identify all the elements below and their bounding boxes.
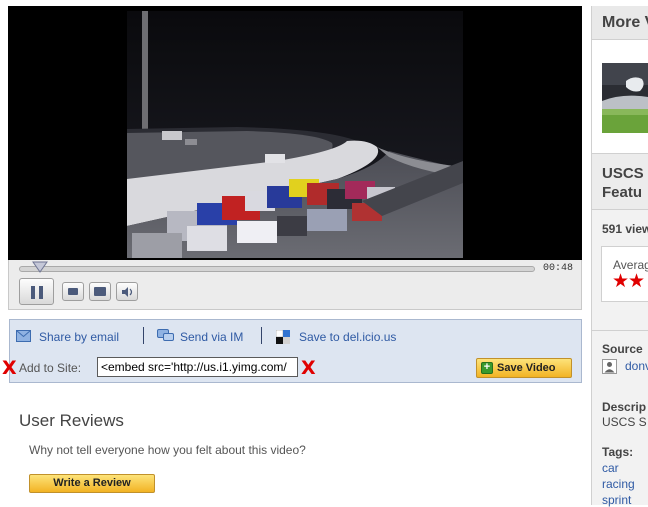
source-label: Source [602,342,643,356]
close-x-icon: X [301,357,316,379]
triangle-down-icon [31,261,48,273]
write-review-button[interactable]: Write a Review [29,474,155,493]
embed-code-field[interactable] [97,357,298,377]
close-x-icon: X [2,357,17,379]
description-text: USCS S [602,415,647,429]
save-to-delicious-link[interactable]: Save to del.icio.us [299,330,396,344]
video-thumbnail[interactable] [602,63,648,133]
tag-link[interactable]: racing [602,477,635,491]
large-size-button[interactable] [89,282,111,301]
save-video-label: Save Video [497,362,556,374]
thumbnail-image [602,63,648,133]
pause-button[interactable] [19,278,54,305]
user-avatar-icon [602,359,617,374]
chat-bubble-icon [157,329,174,341]
race-scene-image [127,11,463,258]
more-videos-title: More V [602,14,648,31]
description-label: Descrip [602,400,647,414]
time-display: 00:48 [543,263,574,274]
tag-link[interactable]: car [602,461,619,475]
plus-icon: + [481,362,493,374]
user-reviews-heading: User Reviews [19,411,124,430]
video-title-panel [592,154,648,210]
seek-handle[interactable] [31,260,48,278]
volume-button[interactable] [116,282,138,301]
person-icon [604,362,615,373]
small-screen-icon [68,288,78,295]
speaker-icon [122,287,133,297]
source-user-link[interactable]: donv [625,359,648,373]
divider [261,327,262,344]
view-count: 591 view [602,222,648,236]
video-frame[interactable] [127,11,463,258]
video-title-line: USCS [602,165,644,182]
pause-icon [31,286,35,299]
share-by-email-link[interactable]: Share by email [39,330,119,344]
large-screen-icon [94,287,106,296]
small-size-button[interactable] [62,282,84,301]
envelope-icon [16,330,31,342]
seek-bar[interactable] [19,266,535,272]
add-to-site-label: Add to Site: [19,361,82,375]
save-video-button[interactable]: + Save Video [476,358,572,378]
divider [143,327,144,344]
video-title-line: Featu [602,184,643,201]
delicious-icon [276,330,290,344]
star-rating-icon[interactable]: ★★ [612,270,645,293]
send-via-im-link[interactable]: Send via IM [180,330,243,344]
reviews-prompt-text: Why not tell everyone how you felt about… [29,443,306,457]
tags-label: Tags: [602,445,634,459]
